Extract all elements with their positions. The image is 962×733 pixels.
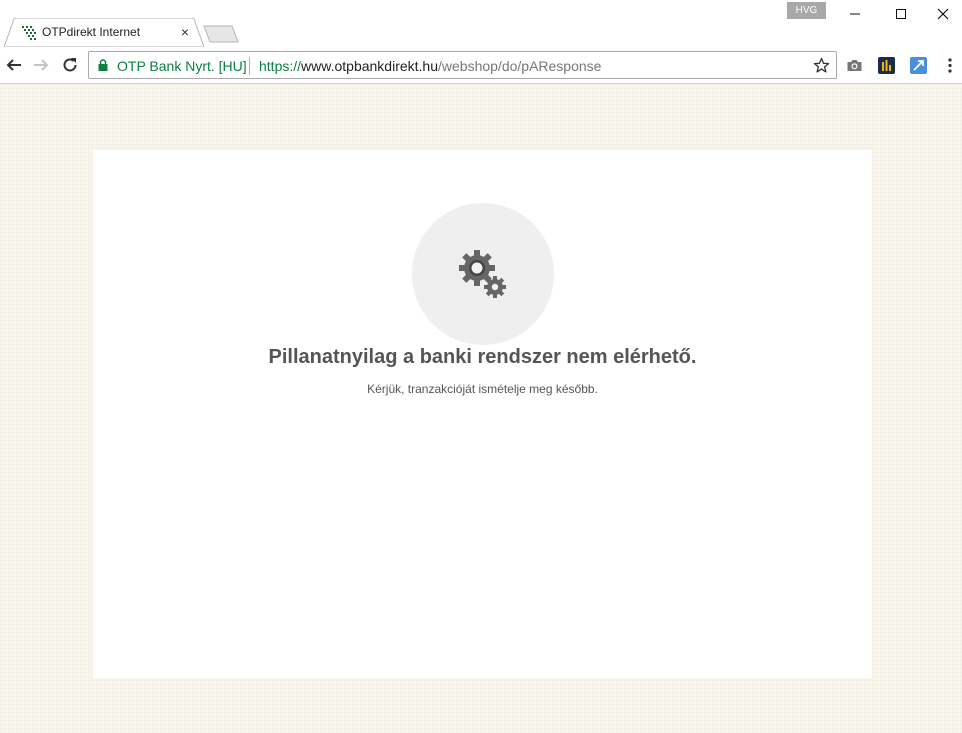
back-arrow-icon[interactable] (5, 56, 23, 74)
lock-icon[interactable] (98, 59, 108, 71)
url-scheme: https:// (259, 58, 302, 74)
otp-favicon-icon (22, 26, 36, 40)
gears-icon (459, 250, 506, 298)
kebab-menu-icon[interactable] (946, 57, 954, 74)
tab-close-icon[interactable]: × (178, 25, 192, 39)
new-tab-button[interactable] (203, 25, 239, 43)
camera-icon[interactable] (846, 57, 863, 74)
close-icon (937, 8, 949, 20)
expand-arrow-extension-icon[interactable] (910, 57, 927, 74)
browser-tab[interactable]: OTPdirekt Internet × (4, 18, 204, 47)
title-bar: OTPdirekt Internet × HVG (0, 0, 962, 47)
chart-extension-icon[interactable] (878, 57, 895, 74)
icon-circle (412, 203, 554, 345)
minimize-icon (850, 13, 860, 15)
maximize-icon (896, 9, 906, 19)
address-bar[interactable]: OTP Bank Nyrt. [HU] https://www.otpbankd… (88, 51, 837, 79)
url-host: www.otpbankdirekt.hu (301, 58, 438, 74)
site-identity[interactable]: OTP Bank Nyrt. [HU] (117, 58, 247, 74)
error-card: Pillanatnyilag a banki rendszer nem elér… (93, 150, 872, 678)
browser-toolbar: OTP Bank Nyrt. [HU] https://www.otpbankd… (0, 47, 962, 84)
error-title: Pillanatnyilag a banki rendszer nem elér… (268, 346, 697, 368)
bookmark-star-icon[interactable] (813, 57, 830, 74)
tab-title: OTPdirekt Internet (42, 25, 141, 39)
maximize-button[interactable] (878, 0, 924, 28)
minimize-button[interactable] (832, 0, 878, 28)
reload-icon[interactable] (61, 56, 79, 74)
omnibox-separator (249, 57, 250, 75)
error-subtitle: Kérjük, tranzakcióját ismételje meg késő… (367, 382, 598, 396)
profile-badge[interactable]: HVG (787, 2, 826, 19)
page-viewport: Pillanatnyilag a banki rendszer nem elér… (0, 84, 962, 733)
forward-arrow-icon[interactable] (32, 56, 50, 74)
close-window-button[interactable] (920, 0, 962, 28)
url-path: /webshop/do/pAResponse (438, 58, 602, 74)
url-text[interactable]: https://www.otpbankdirekt.hu/webshop/do/… (259, 58, 601, 74)
